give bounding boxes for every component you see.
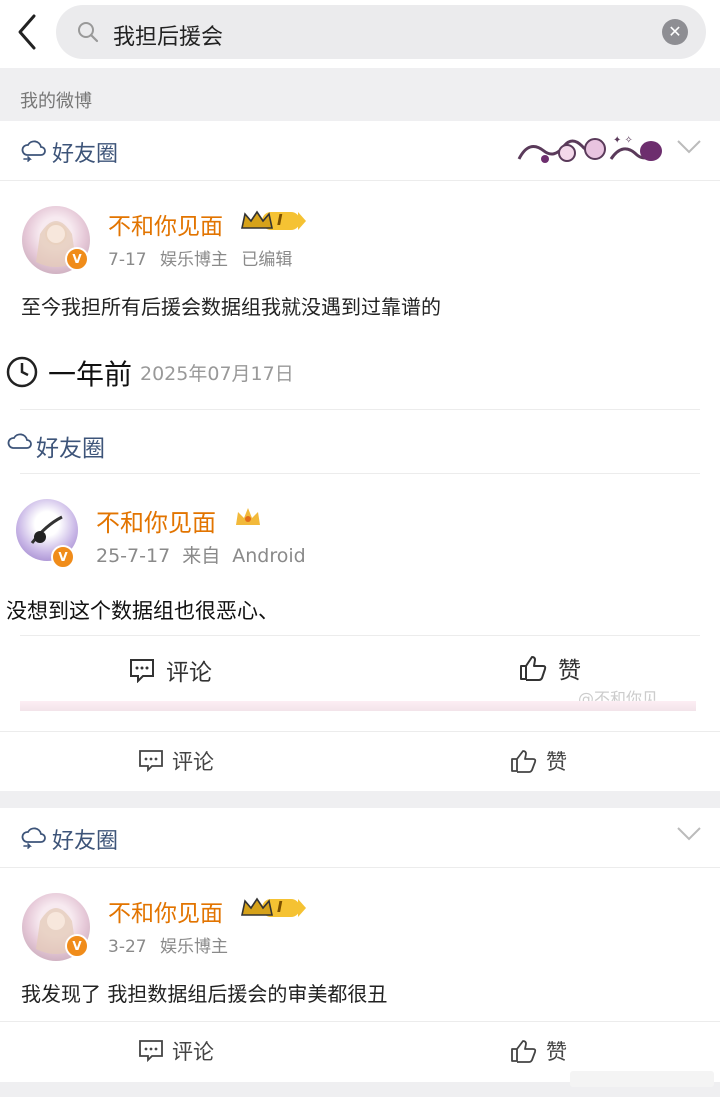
section-label: 我的微博 xyxy=(20,91,92,112)
weibo-card: 好友圈 ✦ ✧ V 不和你见面 I 7-17 娱乐博主 已编辑 至今我担所有后援… xyxy=(0,121,720,791)
search-bar[interactable]: 我担后援会 ✕ xyxy=(56,5,706,59)
member-crown-icon xyxy=(240,208,306,238)
verified-icon: V xyxy=(65,247,89,271)
friend-circle-label: 好友圈 xyxy=(52,142,119,167)
username: 不和你见面 xyxy=(96,509,216,537)
post-meta: 7-17 娱乐博主 已编辑 xyxy=(108,250,293,270)
comment-icon xyxy=(139,750,163,773)
comment-icon xyxy=(139,1040,163,1063)
svg-text:✦ ✧: ✦ ✧ xyxy=(613,135,633,146)
chevron-down-icon[interactable] xyxy=(676,139,702,159)
back-arrow-icon xyxy=(18,14,36,50)
divider xyxy=(20,473,700,474)
comment-label: 评论 xyxy=(172,1040,214,1064)
post-actions: 评论 赞 xyxy=(0,731,720,791)
clear-icon[interactable]: ✕ xyxy=(662,19,688,45)
absolute-date: 2025年07月17日 xyxy=(140,363,294,385)
verified-icon: V xyxy=(51,545,75,569)
friend-circle-icon xyxy=(20,138,46,168)
level-badge: I xyxy=(277,898,283,916)
username[interactable]: 不和你见面 xyxy=(108,207,223,241)
post-text: 至今我担所有后援会数据组我就没遇到过靠谱的 xyxy=(21,295,441,319)
pink-strip xyxy=(20,701,696,711)
level-badge: I xyxy=(277,211,283,229)
post-meta: 3-27 娱乐博主 xyxy=(108,937,228,957)
username[interactable]: 不和你见面 xyxy=(108,894,223,928)
chevron-down-icon[interactable] xyxy=(676,826,702,846)
crown-icon xyxy=(234,505,262,533)
like-label: 赞 xyxy=(558,658,581,684)
top-bar: 我担后援会 ✕ xyxy=(0,0,720,68)
friend-circle-label: 好友圈 xyxy=(52,829,119,854)
like-label: 赞 xyxy=(546,750,567,774)
comment-button: 评论 xyxy=(128,653,212,687)
like-button: 赞 xyxy=(518,651,581,685)
comment-button[interactable]: 评论 xyxy=(138,746,214,776)
decorative-sticker: ✦ ✧ xyxy=(515,129,675,179)
card-header: 好友圈 ✦ ✧ xyxy=(0,121,720,181)
thumbs-up-icon xyxy=(511,1040,537,1063)
like-label: 赞 xyxy=(546,1040,567,1064)
weibo-card: 好友圈 V 不和你见面 I 3-27 娱乐博主 我发现了 我担数据组后援会的审美… xyxy=(0,808,720,1082)
blurred-strip xyxy=(570,1071,714,1087)
search-icon xyxy=(76,20,100,48)
thumbs-up-icon xyxy=(520,656,547,681)
comment-icon xyxy=(130,659,154,683)
like-button[interactable]: 赞 xyxy=(510,1036,567,1066)
card-header: 好友圈 xyxy=(0,808,720,868)
post-text: 没想到这个数据组也很恶心、 xyxy=(6,599,279,623)
relative-time: 一年前 xyxy=(48,358,133,391)
post-text: 我发现了 我担数据组后援会的审美都很丑 xyxy=(21,982,388,1006)
verified-icon: V xyxy=(65,934,89,958)
thumbs-up-icon xyxy=(511,750,537,773)
embedded-screenshot[interactable]: 一年前 2025年07月17日 好友圈 V 不和你见面 25-7-17 来自 A… xyxy=(0,339,720,731)
friend-circle-icon xyxy=(6,431,32,461)
search-input[interactable]: 我担后援会 xyxy=(113,19,223,51)
member-crown-icon xyxy=(240,895,306,925)
comment-button[interactable]: 评论 xyxy=(138,1036,214,1066)
post-meta: 25-7-17 来自 Android xyxy=(96,545,306,567)
friend-circle-icon xyxy=(20,825,46,855)
divider xyxy=(20,409,700,410)
like-button[interactable]: 赞 xyxy=(510,746,567,776)
friend-circle-label: 好友圈 xyxy=(36,436,105,462)
comment-label: 评论 xyxy=(172,750,214,774)
clock-icon xyxy=(5,355,39,393)
comment-label: 评论 xyxy=(166,660,212,686)
divider xyxy=(20,635,700,636)
back-button[interactable] xyxy=(12,12,46,52)
